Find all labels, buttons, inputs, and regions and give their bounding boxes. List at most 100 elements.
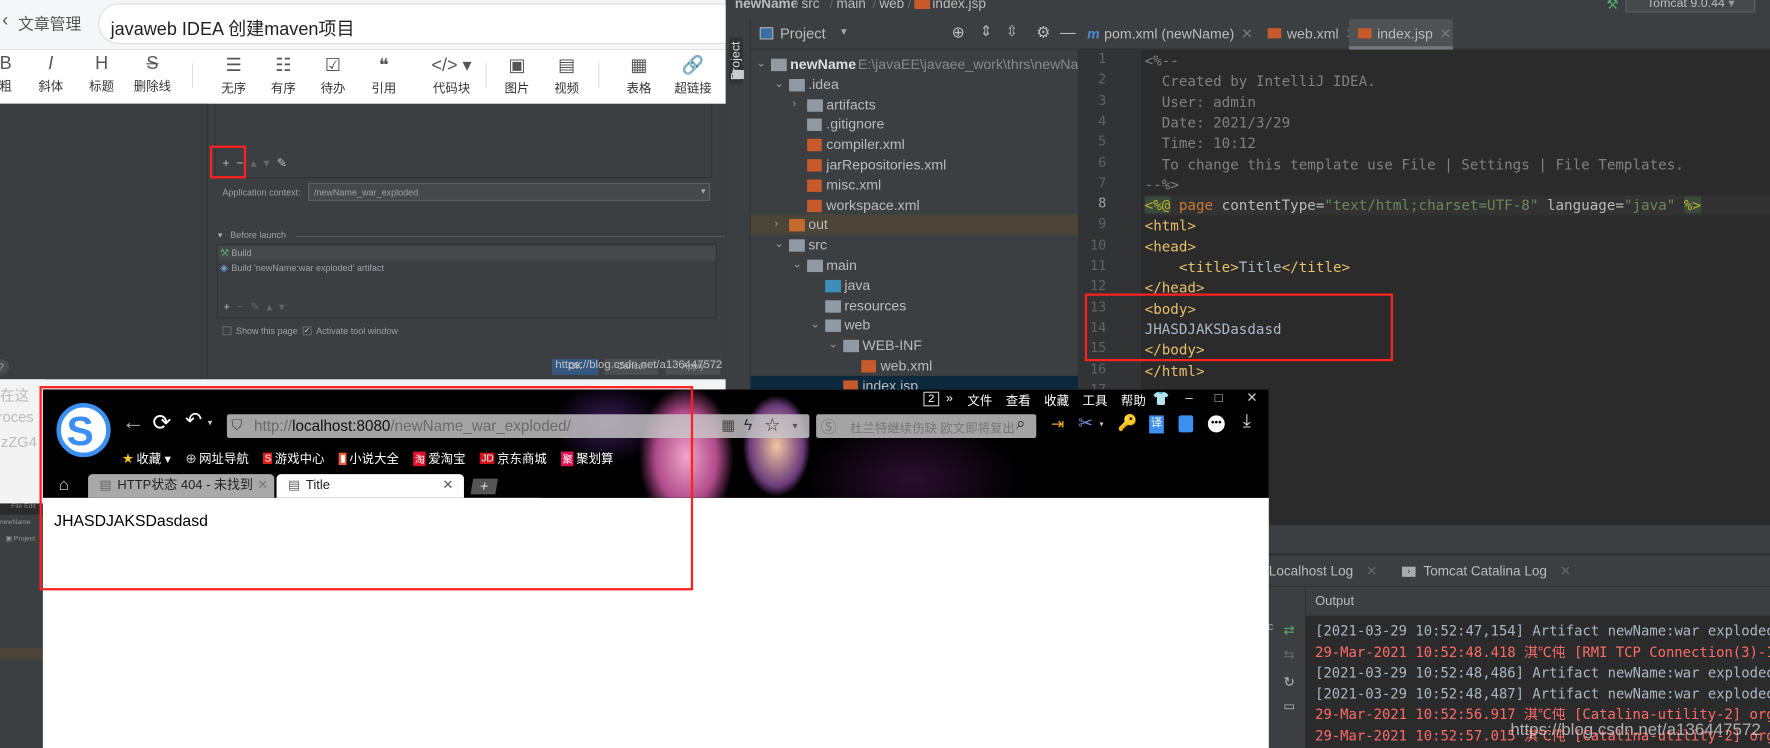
redeploy-icon[interactable]: ⇆ — [1283, 647, 1294, 663]
dropdown-icon[interactable]: ▾ — [841, 26, 847, 38]
lightning-icon[interactable]: ϟ — [744, 415, 752, 433]
more-options-icon[interactable]: ••• — [1207, 415, 1225, 433]
chevron-down-icon[interactable]: ⌄ — [774, 235, 783, 255]
run-config-selector[interactable]: Tomcat 9.0.44 ▾ — [1625, 0, 1756, 13]
tree-item-resources[interactable]: resources — [751, 295, 1078, 315]
search-box[interactable]: Ⓢ 杜兰特继续伤缺 欧文即将复出 ⌕ — [816, 414, 1037, 438]
screenshot-scissors-icon[interactable]: ✂ — [1078, 412, 1093, 435]
toolbar-button-有序[interactable]: ☷ 有序 — [261, 54, 306, 99]
tree-item-out[interactable]: › out — [750, 214, 1079, 236]
tab-web.xml[interactable]: web.xml✕ — [1259, 19, 1357, 49]
tree-item-main[interactable]: ⌄ main — [751, 255, 1078, 275]
locate-icon[interactable]: ⊕ — [952, 23, 965, 42]
tab-tomcat-catalina-log[interactable]: Tomcat Catalina Log ✕ — [1423, 563, 1571, 579]
close-tab-icon[interactable]: ✕ — [1440, 26, 1452, 42]
tree-item-WEB-INF[interactable]: ⌄ WEB-INF — [751, 335, 1078, 355]
up-icon[interactable]: ▴ — [250, 157, 263, 171]
show-this-page-checkbox[interactable] — [222, 326, 232, 336]
menu-文件[interactable]: 文件 — [967, 392, 992, 410]
breadcrumb-item[interactable]: newName — [735, 0, 798, 11]
tree-item-web.xml[interactable]: web.xml — [751, 356, 1078, 376]
breadcrumb-item[interactable]: main — [836, 0, 865, 11]
more-icon[interactable]: » — [946, 392, 953, 406]
toolbar-button-粗[interactable]: B粗 — [0, 54, 28, 99]
toolbar-button-代码块[interactable]: </> ▾ 代码块 — [418, 54, 486, 99]
down-icon[interactable]: ▾ — [263, 157, 276, 171]
skin-shirt-icon[interactable]: 👕 — [1153, 391, 1170, 407]
tree-item-artifacts[interactable]: › artifacts — [751, 94, 1078, 114]
star-icon[interactable]: ☆ — [764, 414, 780, 437]
menu-帮助[interactable]: 帮助 — [1121, 392, 1146, 410]
toolbar-button-超链接[interactable]: 🔗 超链接 — [671, 54, 716, 99]
tab-index.jsp[interactable]: index.jsp ✕ — [1348, 19, 1453, 50]
before-launch-item[interactable]: ◈ Build 'newName:war exploded' artifact — [218, 261, 716, 276]
chevron-down-icon[interactable]: ⌄ — [774, 74, 783, 94]
tab-pom.xml (newName)[interactable]: m pom.xml (newName) ✕ — [1078, 19, 1259, 49]
toolbar-button-无序[interactable]: ☰ 无序 — [211, 54, 256, 99]
deploy-icon[interactable]: ▭ — [1283, 699, 1295, 714]
search-icon[interactable]: ⌕ — [1016, 414, 1025, 433]
chevron-right-icon[interactable]: › — [792, 94, 796, 114]
update-icon[interactable]: ⇄ — [1283, 622, 1294, 638]
toolbar-button-删除线[interactable]: S 删除线 — [130, 54, 175, 99]
chevron-down-icon[interactable]: ⌄ — [810, 315, 819, 335]
chevron-down-icon[interactable]: ⌄ — [792, 255, 801, 275]
tab-count-badge[interactable]: 2 — [923, 391, 940, 407]
tree-item-java[interactable]: java — [751, 275, 1078, 295]
collapse-icon[interactable]: ▾ — [218, 230, 223, 240]
tree-item-src[interactable]: ⌄ src — [751, 235, 1078, 255]
hide-icon[interactable]: — — [1060, 23, 1076, 41]
chevron-down-icon[interactable]: ⌄ — [829, 335, 838, 355]
tree-item-.idea[interactable]: ⌄ .idea — [751, 74, 1078, 94]
qr-code-icon[interactable]: ▦ — [721, 417, 735, 435]
menu-收藏[interactable]: 收藏 — [1044, 392, 1069, 410]
toolbar-button-斜体[interactable]: I 斜体 — [28, 54, 73, 99]
menu-查看[interactable]: 查看 — [1006, 392, 1031, 410]
menu-工具[interactable]: 工具 — [1083, 392, 1108, 410]
toolbar-button-引用[interactable]: ❝ 引用 — [361, 54, 406, 99]
project-view-selector[interactable]: Project — [780, 25, 826, 42]
breadcrumb-item[interactable]: web — [879, 0, 904, 11]
tree-item-newName[interactable]: ⌄ newName E:\javaEE\javaee_work\thrs\newNa… — [751, 54, 1098, 74]
chevron-down-icon[interactable]: ⌄ — [756, 54, 765, 74]
tab-localhost-log[interactable]: Localhost Log ✕ — [1269, 563, 1378, 579]
download-icon[interactable]: ⤓ — [1243, 412, 1251, 432]
tree-item-workspace.xml[interactable]: workspace.xml — [751, 195, 1078, 215]
edit-icon[interactable]: ✎ — [250, 301, 266, 313]
app-context-input[interactable]: /newName_war_exploded ▾ — [308, 182, 711, 201]
key-icon[interactable]: 🔑 — [1118, 413, 1138, 432]
breadcrumb-item[interactable]: index.jsp — [932, 0, 985, 11]
up-icon[interactable]: ▴ — [266, 301, 278, 313]
minimize-icon[interactable]: – — [1185, 389, 1193, 405]
build-hammer-icon[interactable]: ⚒ — [1606, 0, 1618, 12]
activate-tool-window-checkbox[interactable]: ✓ — [302, 326, 312, 336]
refresh-icon[interactable]: ↻ — [1283, 674, 1294, 690]
tree-item-.gitignore[interactable]: .gitignore — [751, 114, 1078, 134]
notes-icon[interactable] — [1178, 415, 1194, 433]
before-launch-item[interactable]: ⚒ Build — [217, 246, 716, 261]
remove-icon[interactable]: − — [237, 301, 250, 313]
toolbar-button-标题[interactable]: H 标题 — [79, 54, 124, 99]
edit-icon[interactable]: ✎ — [276, 157, 293, 171]
tree-item-compiler.xml[interactable]: compiler.xml — [751, 135, 1078, 155]
add-icon[interactable]: + — [224, 301, 237, 313]
toolbar-button-视频[interactable]: ▤ 视频 — [544, 54, 589, 99]
tree-item-misc.xml[interactable]: misc.xml — [751, 175, 1078, 195]
breadcrumb-item[interactable]: src — [801, 0, 819, 11]
scissors-dropdown-icon[interactable]: ▾ — [1099, 420, 1103, 429]
collapse-all-icon[interactable]: ⇳ — [1006, 23, 1018, 41]
close-tab-icon[interactable]: ✕ — [1241, 26, 1253, 42]
expand-all-icon[interactable]: ⇕ — [980, 23, 992, 41]
translate-icon[interactable]: 译 — [1149, 415, 1164, 434]
tree-item-jarRepositories.xml[interactable]: jarRepositories.xml — [751, 155, 1078, 175]
dropdown-arrow-icon[interactable]: ▾ — [701, 186, 706, 196]
login-icon[interactable]: ⇥ — [1051, 414, 1064, 433]
maximize-icon[interactable]: □ — [1215, 389, 1223, 405]
article-management-link[interactable]: 文章管理 — [18, 12, 81, 35]
article-title-input[interactable]: javaweb IDEA 创建maven项目 — [98, 3, 776, 45]
toolbar-button-表格[interactable]: ▦ 表格 — [616, 54, 661, 99]
close-window-icon[interactable]: ✕ — [1246, 389, 1257, 405]
gear-icon[interactable]: ⚙ — [1036, 23, 1050, 42]
toolbar-button-待办[interactable]: ☑ 待办 — [310, 54, 355, 99]
down-icon[interactable]: ▾ — [279, 301, 291, 313]
